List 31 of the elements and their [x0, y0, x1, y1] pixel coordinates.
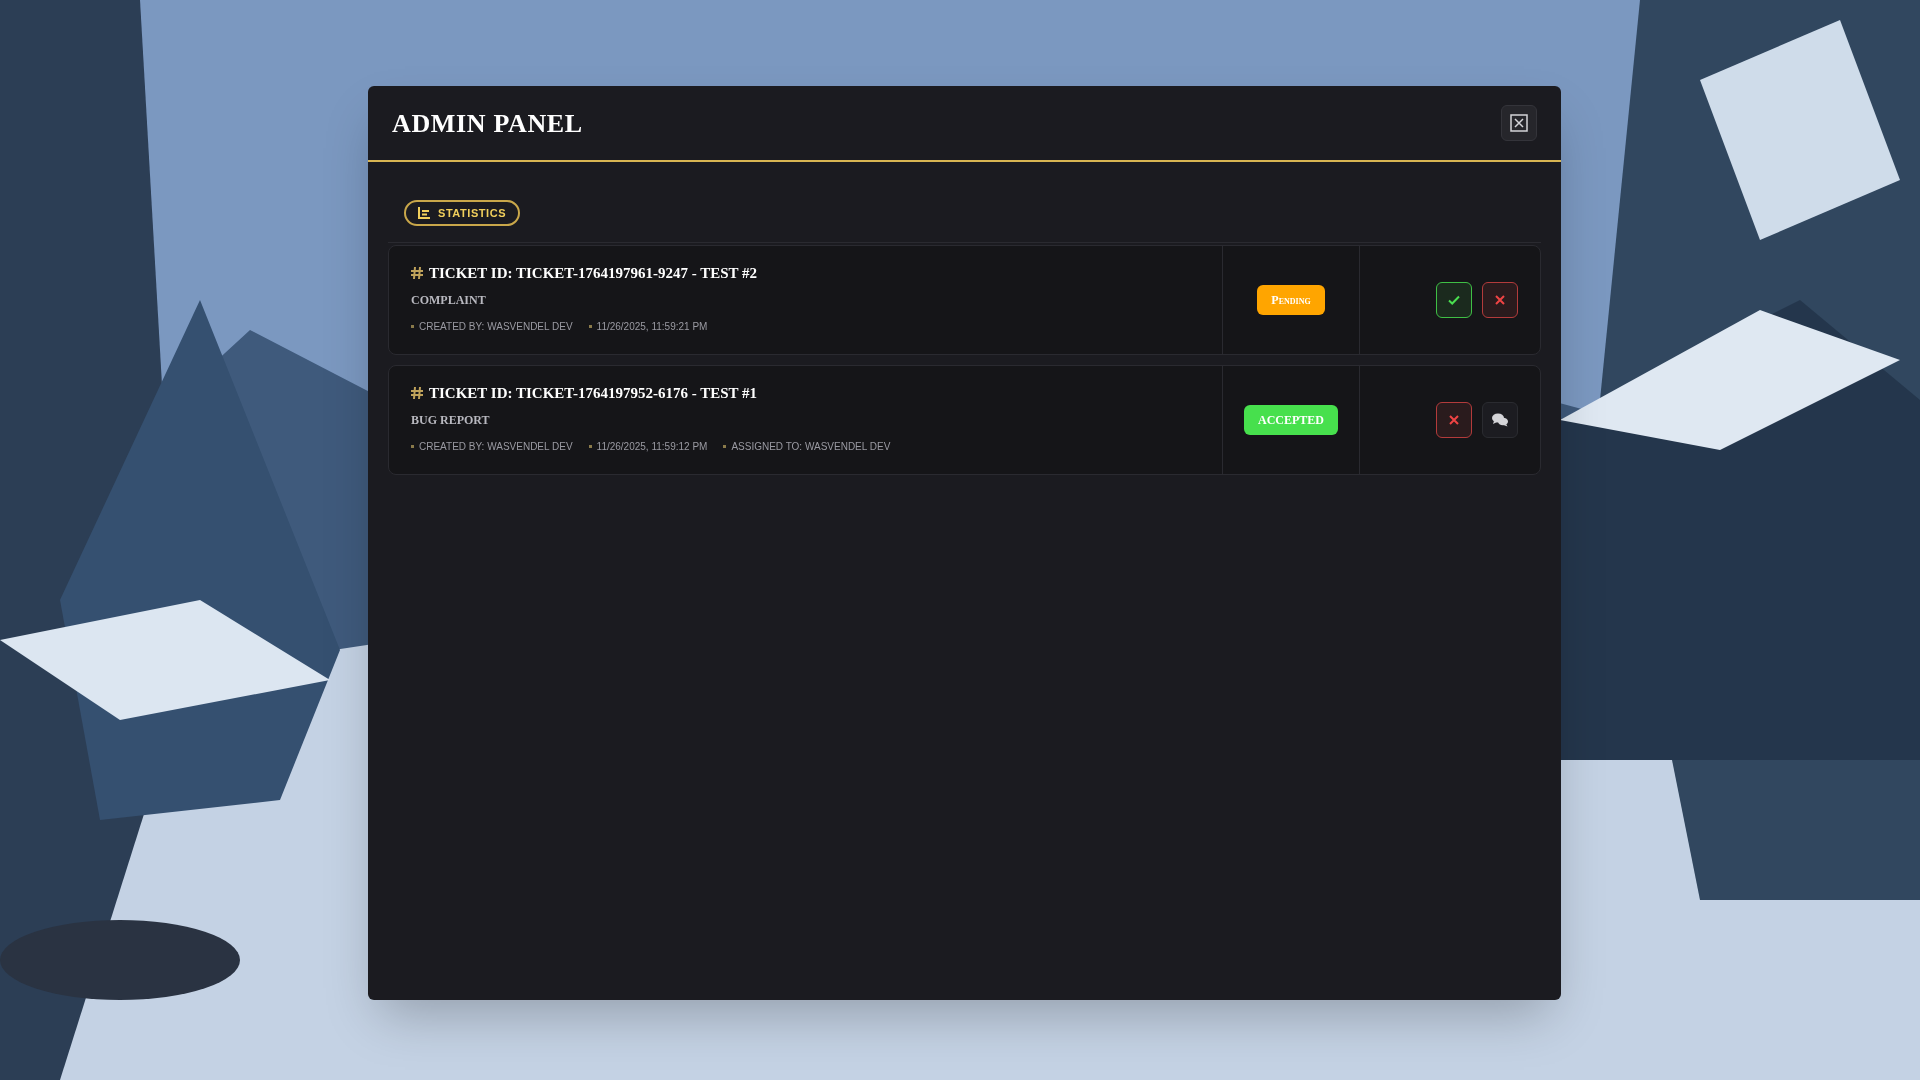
status-badge: Pending	[1257, 285, 1325, 315]
accept-button[interactable]	[1436, 282, 1472, 318]
statistics-button[interactable]: STATISTICS	[404, 200, 521, 226]
reject-button[interactable]	[1482, 282, 1518, 318]
close-icon	[1510, 114, 1528, 132]
reject-button[interactable]	[1436, 402, 1472, 438]
chat-button[interactable]	[1482, 402, 1518, 438]
ticket-title: TICKET ID: TICKET-1764197952-6176 - TEST #1	[429, 384, 757, 403]
bullet-icon	[411, 324, 414, 328]
bullet-icon	[411, 444, 414, 448]
window-title: ADMIN PANEL	[392, 107, 583, 140]
ticket-meta: CREATED BY: WASVENDEL DEV	[419, 319, 573, 334]
ticket-category: BUG REPORT	[411, 411, 491, 429]
check-icon	[1447, 293, 1461, 307]
ticket-category: COMPLAINT	[411, 291, 487, 309]
ticket-meta: 11/26/2025, 11:59:21 PM	[596, 319, 708, 334]
bullet-icon	[723, 444, 727, 448]
close-icon	[1494, 294, 1506, 306]
bullet-icon	[588, 444, 592, 448]
bar-chart-icon	[418, 207, 430, 219]
status-badge: ACCEPTED	[1244, 405, 1338, 435]
close-icon	[1448, 414, 1460, 426]
close-button[interactable]	[1501, 105, 1537, 141]
ticket-title: TICKET ID: TICKET-1764197961-9247 - TEST #2	[429, 264, 757, 283]
hash-icon	[411, 267, 423, 280]
ticket-meta: ASSIGNED TO: WASVENDEL DEV	[731, 439, 891, 454]
bullet-icon	[588, 324, 592, 328]
ticket-meta: CREATED BY: WASVENDEL DEV	[419, 439, 573, 454]
hash-icon	[411, 387, 423, 400]
chat-bubbles-icon	[1492, 413, 1508, 427]
ticket-meta: 11/26/2025, 11:59:12 PM	[596, 439, 708, 454]
